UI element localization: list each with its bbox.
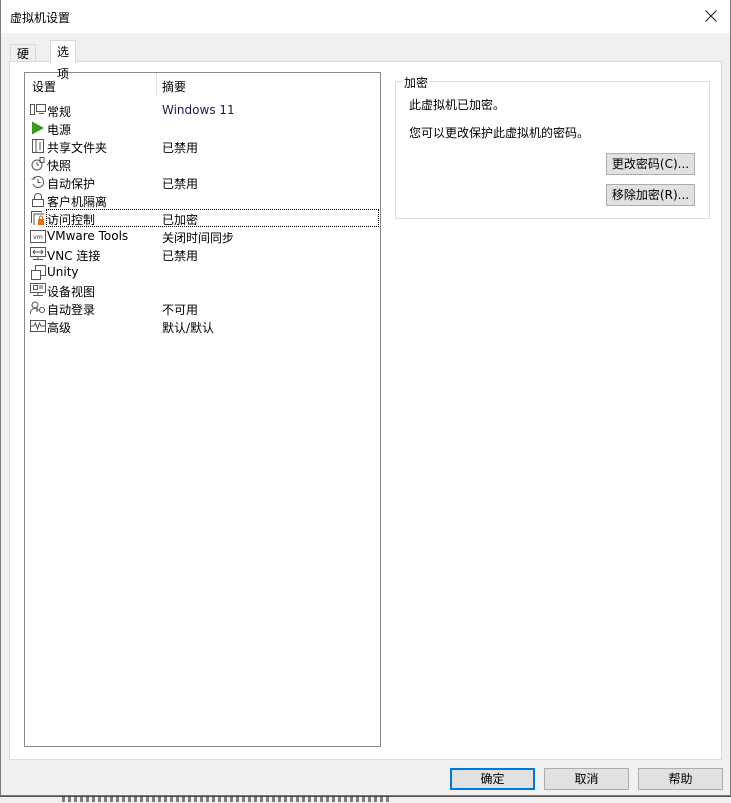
column-header-setting[interactable]: 设置 xyxy=(32,78,56,95)
list-item-advanced[interactable]: 高级 默认/默认 xyxy=(25,317,378,335)
list-item-power[interactable]: 电源 xyxy=(25,119,378,137)
shared-folder-icon xyxy=(30,138,46,154)
close-icon xyxy=(705,10,717,22)
item-summary: 默认/默认 xyxy=(162,321,215,335)
item-name: 常规 xyxy=(47,105,72,119)
item-name: VMware Tools xyxy=(47,229,129,243)
item-name: 自动保护 xyxy=(47,177,96,191)
svg-text:vm: vm xyxy=(33,234,43,241)
autologin-icon xyxy=(30,300,46,316)
list-item-shared-folders[interactable]: 共享文件夹 已禁用 xyxy=(25,137,378,155)
item-name: 高级 xyxy=(47,321,72,335)
cancel-button[interactable]: 取消 xyxy=(544,768,629,790)
encryption-status-text: 此虚拟机已加密。 xyxy=(409,98,506,112)
item-name: 共享文件夹 xyxy=(47,141,108,155)
list-item-unity[interactable]: Unity xyxy=(25,263,378,281)
column-separator[interactable] xyxy=(156,73,157,95)
advanced-icon xyxy=(30,318,46,334)
snapshot-icon xyxy=(30,156,46,172)
window-title: 虚拟机设置 xyxy=(10,11,71,25)
item-name: 自动登录 xyxy=(47,303,96,317)
item-name: 设备视图 xyxy=(47,285,96,299)
list-item-device-view[interactable]: 设备视图 xyxy=(25,281,378,299)
item-name: Unity xyxy=(47,265,79,279)
autoprotect-clock-icon xyxy=(30,174,46,190)
options-panel: 设置 摘要 常规 Windows 11 电源 共享文件夹 已禁用 快照 自动保护… xyxy=(9,61,722,760)
item-summary: 已禁用 xyxy=(162,249,199,263)
item-summary: 已禁用 xyxy=(162,141,199,155)
item-summary: 不可用 xyxy=(162,303,199,317)
change-password-button[interactable]: 更改密码(C)... xyxy=(606,153,695,175)
unity-icon xyxy=(30,264,46,280)
vmware-tools-icon: vm xyxy=(30,228,46,244)
lock-icon xyxy=(30,192,46,208)
list-item-vnc[interactable]: VNC 连接 已禁用 xyxy=(25,245,378,263)
device-view-icon xyxy=(30,282,46,298)
column-header-summary[interactable]: 摘要 xyxy=(162,78,186,95)
item-name: 访问控制 xyxy=(47,213,96,227)
encryption-groupbox: 加密 此虚拟机已加密。 您可以更改保护此虚拟机的密码。 更改密码(C)... 移… xyxy=(395,74,710,219)
item-summary: 关闭时间同步 xyxy=(162,231,235,245)
vnc-icon xyxy=(30,246,46,262)
encryption-info-text: 您可以更改保护此虚拟机的密码。 xyxy=(409,126,590,140)
item-name: VNC 连接 xyxy=(47,249,101,263)
monitor-icon xyxy=(30,102,46,118)
list-item-vmware-tools[interactable]: vm VMware Tools 关闭时间同步 xyxy=(25,227,378,245)
list-header: 设置 摘要 xyxy=(25,73,380,95)
item-name: 电源 xyxy=(47,123,72,137)
help-button[interactable]: 帮助 xyxy=(638,768,723,790)
close-button[interactable] xyxy=(696,2,726,30)
item-summary: 已禁用 xyxy=(162,177,199,191)
list-item-access-control[interactable]: 访问控制 已加密 xyxy=(25,209,379,227)
list-item-general[interactable]: 常规 Windows 11 xyxy=(25,101,378,119)
power-play-icon xyxy=(30,120,46,136)
vm-settings-dialog: 虚拟机设置 硬件 选项 设置 摘要 常规 Windows 11 xyxy=(0,0,731,796)
item-name: 快照 xyxy=(47,159,72,173)
list-item-snapshots[interactable]: 快照 xyxy=(25,155,378,173)
focus-rectangle xyxy=(46,209,379,227)
item-summary: Windows 11 xyxy=(162,103,235,117)
settings-list[interactable]: 设置 摘要 常规 Windows 11 电源 共享文件夹 已禁用 快照 自动保护… xyxy=(24,72,381,747)
list-item-guest-isolation[interactable]: 客户机隔离 xyxy=(25,191,378,209)
tab-options[interactable]: 选项 xyxy=(50,40,77,81)
item-name: 客户机隔离 xyxy=(47,195,108,209)
remove-encryption-button[interactable]: 移除加密(R)... xyxy=(606,184,695,206)
list-item-autologin[interactable]: 自动登录 不可用 xyxy=(25,299,378,317)
encryption-legend: 加密 xyxy=(402,74,431,91)
ok-button[interactable]: 确定 xyxy=(450,768,535,790)
list-item-autoprotect[interactable]: 自动保护 已禁用 xyxy=(25,173,378,191)
access-control-icon xyxy=(30,210,46,226)
item-summary: 已加密 xyxy=(162,213,199,227)
title-bar: 虚拟机设置 xyxy=(1,0,730,33)
background-window-text xyxy=(62,796,392,802)
